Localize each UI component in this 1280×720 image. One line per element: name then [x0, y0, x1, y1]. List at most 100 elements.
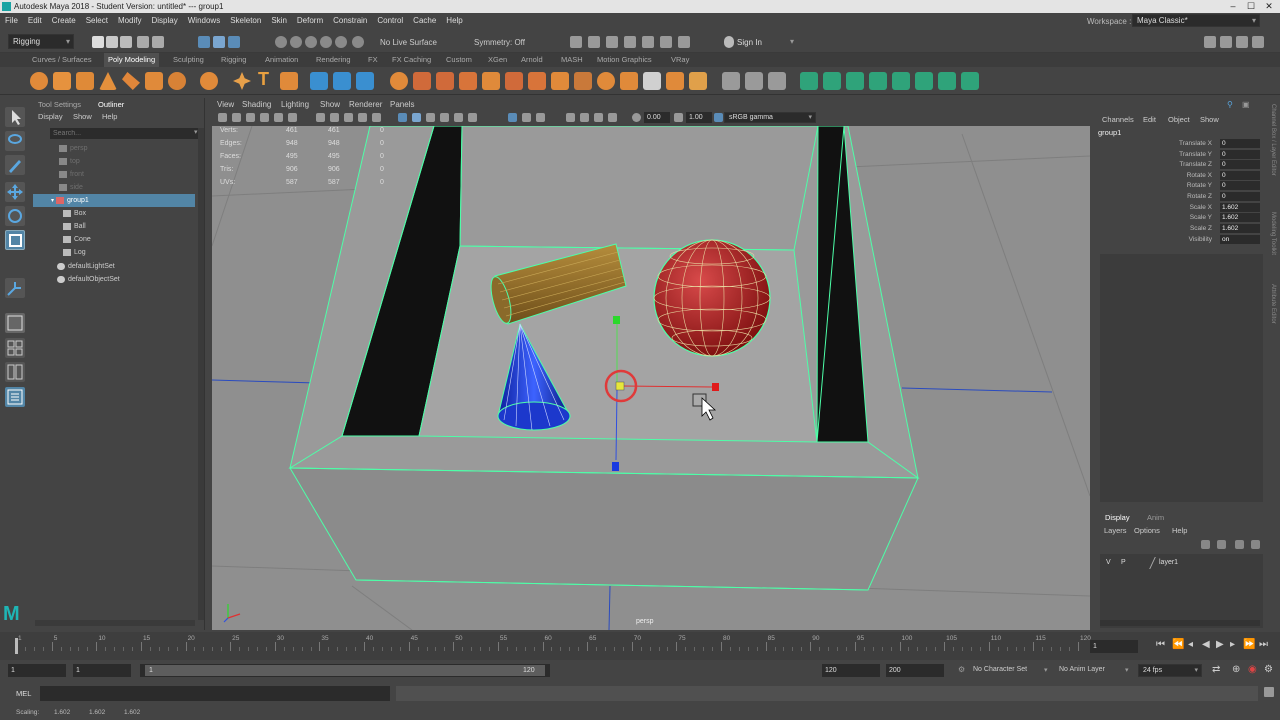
render-view-icon[interactable]: [606, 36, 618, 48]
shelf-tab-sculpting[interactable]: Sculpting: [173, 53, 204, 67]
insert-edge-loop-icon[interactable]: [551, 72, 569, 90]
render-frame-icon[interactable]: [624, 36, 636, 48]
snap-together-tool-icon[interactable]: [5, 278, 25, 298]
poly-plane-icon[interactable]: [145, 72, 163, 90]
snap-view-icon[interactable]: [320, 36, 332, 48]
cylindrical-map-icon[interactable]: [846, 72, 864, 90]
outliner-item-front[interactable]: front: [33, 168, 195, 181]
ambient-occlusion-icon[interactable]: [566, 113, 575, 122]
open-scene-icon[interactable]: [106, 36, 118, 48]
shelf-tab-xgen[interactable]: XGen: [488, 53, 507, 67]
sign-in-dropdown-icon[interactable]: ▾: [790, 37, 794, 46]
redo-icon[interactable]: [152, 36, 164, 48]
ipr-render-icon[interactable]: [642, 36, 654, 48]
fps-select[interactable]: 24 fps ▾: [1138, 664, 1202, 677]
shelf-tab-animation[interactable]: Animation: [265, 53, 298, 67]
command-input[interactable]: [40, 686, 390, 701]
menu-skin[interactable]: Skin: [266, 13, 292, 29]
hypershade-icon[interactable]: [678, 36, 690, 48]
save-scene-icon[interactable]: [120, 36, 132, 48]
tab-anim-layers[interactable]: Anim: [1147, 513, 1164, 522]
playback-end-field[interactable]: 120: [822, 664, 880, 677]
outliner-menu-display[interactable]: Display: [38, 112, 63, 121]
ball-mesh[interactable]: [653, 239, 771, 357]
bounding-box-icon[interactable]: [745, 72, 763, 90]
gate-mask-icon[interactable]: [358, 113, 367, 122]
menu-create[interactable]: Create: [47, 13, 81, 29]
shelf-tab-fx-caching[interactable]: FX Caching: [392, 53, 431, 67]
boolean-icon[interactable]: [390, 72, 408, 90]
outliner-item-group1[interactable]: ▾ group1: [33, 194, 195, 207]
time-slider[interactable]: 1 5 10 15 20 25 30 35 40 45 50 55 60 65 70 75 80 85 90 95 10…: [0, 632, 1280, 660]
outliner-item-side[interactable]: side: [33, 181, 195, 194]
toggle-modeling-toolkit-icon[interactable]: [1204, 36, 1216, 48]
menu-file[interactable]: File: [0, 13, 23, 29]
shelf-tab-rigging[interactable]: Rigging: [221, 53, 246, 67]
animation-end-field[interactable]: 200: [886, 664, 944, 677]
range-slider[interactable]: 1 120: [140, 664, 550, 677]
attr-visibility[interactable]: Visibility on: [1097, 235, 1267, 245]
new-scene-icon[interactable]: [92, 36, 104, 48]
channel-menu-edit[interactable]: Edit: [1143, 115, 1156, 124]
outliner-item-default-light-set[interactable]: defaultLightSet: [33, 260, 195, 273]
undo-icon[interactable]: [137, 36, 149, 48]
go-to-start-icon[interactable]: ⏮: [1156, 639, 1165, 650]
antialiasing-icon[interactable]: [580, 113, 589, 122]
wireframe-icon[interactable]: [398, 113, 407, 122]
box-mesh[interactable]: [288, 126, 920, 591]
channel-box-settings-icon[interactable]: ⚲: [1227, 100, 1233, 109]
outliner-vertical-scrollbar[interactable]: [198, 128, 204, 620]
isolate-select-icon[interactable]: [608, 113, 617, 122]
menu-modify[interactable]: Modify: [113, 13, 147, 29]
play-backwards-icon[interactable]: ◀: [1202, 639, 1210, 650]
move-layer-down-icon[interactable]: [1217, 540, 1226, 549]
outliner-item-default-object-set[interactable]: defaultObjectSet: [33, 273, 195, 286]
animation-start-field[interactable]: 1: [8, 664, 66, 677]
step-forward-frame-icon[interactable]: ▸: [1230, 639, 1235, 650]
poke-face-icon[interactable]: [597, 72, 615, 90]
loop-icon[interactable]: ⇄: [1212, 664, 1220, 675]
outliner-horizontal-scrollbar[interactable]: [35, 620, 195, 626]
outliner-item-top[interactable]: top: [33, 155, 195, 168]
image-plane-icon[interactable]: [260, 113, 269, 122]
measure-icon[interactable]: [768, 72, 786, 90]
side-tab-attribute-editor[interactable]: Attribute Editor: [1270, 284, 1276, 324]
platonic-solid-icon[interactable]: [200, 72, 218, 90]
attr-translate-x[interactable]: Translate X0: [1097, 139, 1267, 149]
select-by-object-icon[interactable]: [213, 36, 225, 48]
shadows-icon[interactable]: [468, 113, 477, 122]
layer-list-scrollbar[interactable]: [1100, 620, 1260, 626]
auto-key-icon[interactable]: ⊕: [1232, 664, 1240, 675]
snap-surface-icon[interactable]: [335, 36, 347, 48]
snap-grid-icon[interactable]: [275, 36, 287, 48]
smooth-icon[interactable]: [356, 72, 374, 90]
menu-edit[interactable]: Edit: [23, 13, 47, 29]
snap-point-icon[interactable]: [305, 36, 317, 48]
symmetry-toggle[interactable]: Symmetry: Off: [474, 38, 525, 47]
wedge-icon[interactable]: [620, 72, 638, 90]
camera-select-icon[interactable]: [218, 113, 227, 122]
maximize-button[interactable]: ☐: [1244, 0, 1258, 13]
search-options-icon[interactable]: ▾: [194, 128, 198, 136]
viewport-menu-renderer[interactable]: Renderer: [349, 100, 382, 109]
exposure-field[interactable]: 0.00: [644, 112, 670, 123]
viewport-menu-lighting[interactable]: Lighting: [281, 100, 309, 109]
menu-constrain[interactable]: Constrain: [328, 13, 372, 29]
offset-edge-loop-icon[interactable]: [574, 72, 592, 90]
viewport-menu-view[interactable]: View: [217, 100, 234, 109]
new-layer-from-selection-icon[interactable]: [1251, 540, 1260, 549]
scale-handle-x[interactable]: [712, 383, 719, 391]
poly-cone-icon[interactable]: [99, 72, 117, 90]
target-weld-icon[interactable]: [666, 72, 684, 90]
toggle-channel-box-icon[interactable]: [1252, 36, 1264, 48]
viewport-menu-panels[interactable]: Panels: [390, 100, 414, 109]
scale-tool-icon[interactable]: [5, 230, 25, 250]
viewport-menu-show[interactable]: Show: [320, 100, 340, 109]
close-button[interactable]: ✕: [1262, 0, 1276, 13]
range-slider-handle[interactable]: 1 120: [145, 665, 545, 676]
anim-layer-dropdown-icon[interactable]: ▾: [1125, 666, 1129, 674]
camera-attributes-icon[interactable]: [232, 113, 241, 122]
shelf-tab-mash[interactable]: MASH: [561, 53, 583, 67]
script-editor-icon[interactable]: [1264, 687, 1274, 697]
sew-uv-icon[interactable]: [938, 72, 956, 90]
